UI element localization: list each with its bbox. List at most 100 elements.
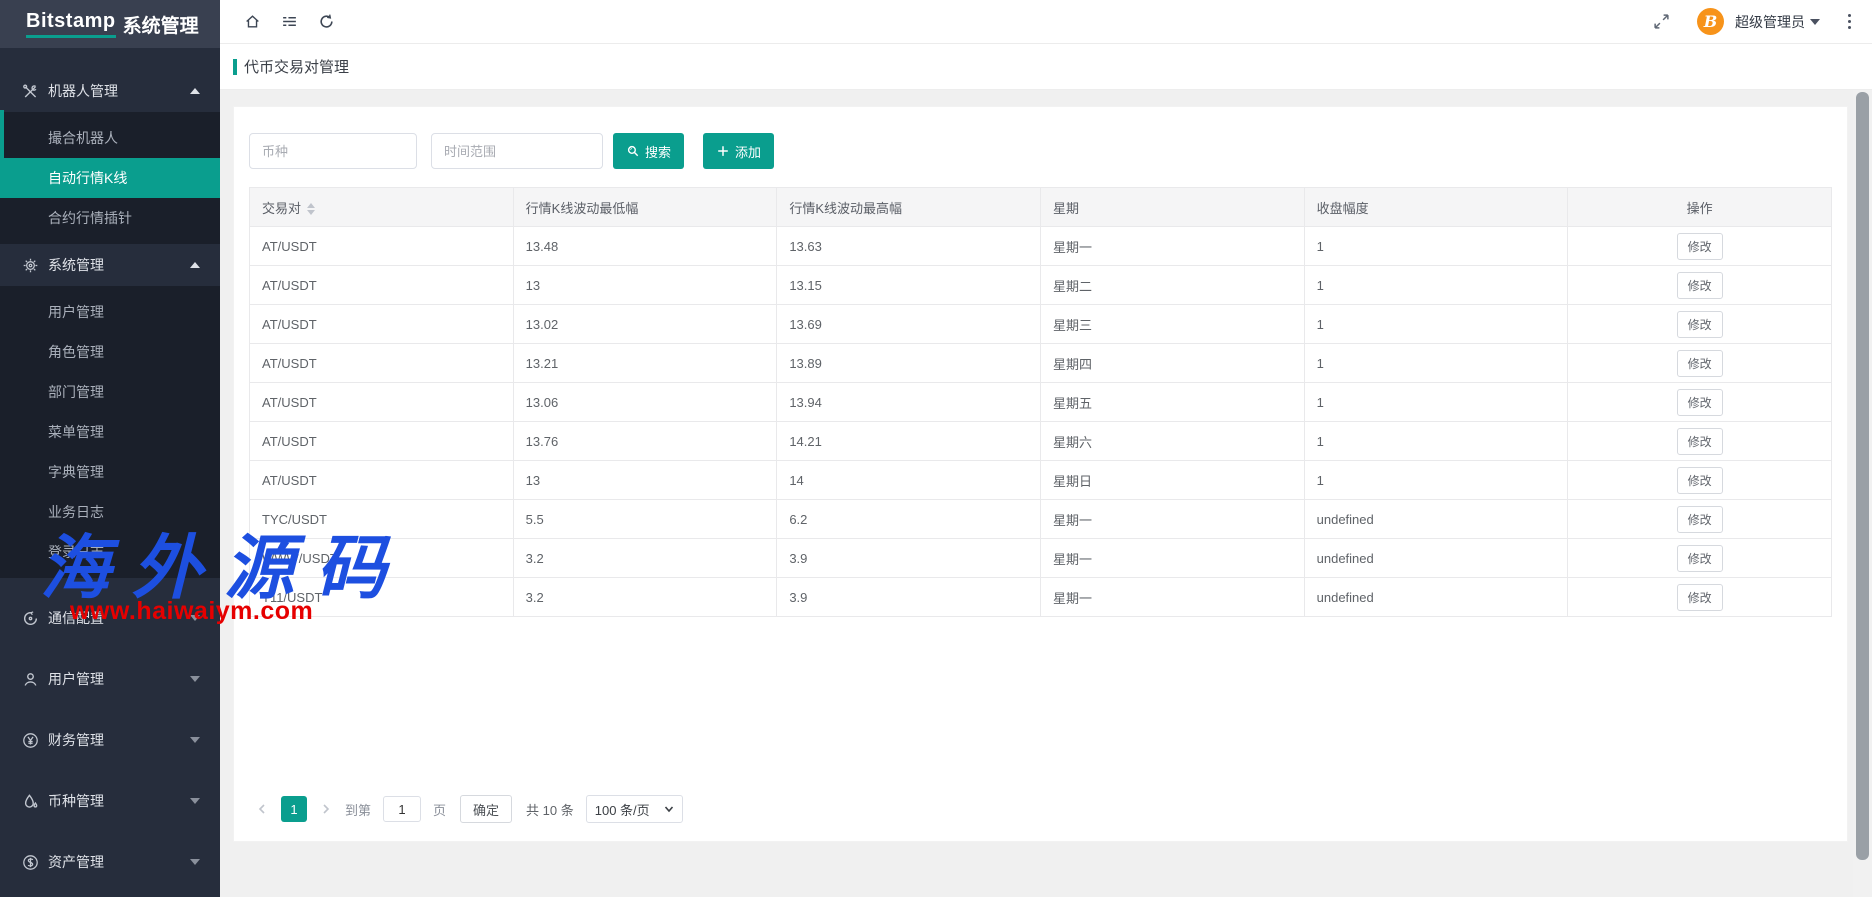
chevron-down-icon (190, 615, 200, 621)
table-row: WWW/USDT3.23.9星期一undefined修改 (250, 539, 1832, 578)
edit-button[interactable]: 修改 (1677, 233, 1723, 260)
column-header-5: 操作 (1568, 188, 1832, 227)
table-cell: 星期一 (1040, 227, 1304, 266)
sidebar-item-active[interactable]: 自动行情K线 (0, 158, 220, 198)
column-header-0[interactable]: 交易对 (250, 188, 514, 227)
table-cell: AT/USDT (250, 266, 514, 305)
dollar-icon (22, 854, 39, 871)
edit-button[interactable]: 修改 (1677, 467, 1723, 494)
wrench-icon (22, 83, 39, 100)
coin-input[interactable] (249, 133, 417, 169)
page-1-button[interactable]: 1 (281, 796, 307, 822)
page-scrollbar-thumb[interactable] (1856, 92, 1869, 860)
table-action-cell: 修改 (1568, 422, 1832, 461)
chevron-right-icon (320, 803, 332, 815)
more-options-icon[interactable] (1840, 13, 1858, 31)
confirm-button[interactable]: 确定 (460, 795, 512, 823)
table-row: TYC/USDT5.56.2星期一undefined修改 (250, 500, 1832, 539)
goto-page-input[interactable] (383, 796, 421, 822)
edit-button[interactable]: 修改 (1677, 428, 1723, 455)
table-cell: AT/USDT (250, 305, 514, 344)
sidebar-item[interactable]: 撮合机器人 (0, 118, 220, 158)
sidebar-group-label: 财务管理 (48, 730, 190, 750)
edit-button[interactable]: 修改 (1677, 272, 1723, 299)
table-cell: 1 (1304, 461, 1568, 500)
sidebar-group-1[interactable]: 系统管理 (0, 244, 220, 286)
page-scrollbar (1853, 90, 1872, 897)
total-count-label: 共 10 条 (526, 800, 574, 819)
pagination: 1 到第 页 确定 共 10 条 100 条/页 (249, 795, 683, 823)
brand-name: Bitstamp (26, 10, 116, 38)
time-range-input[interactable] (431, 133, 603, 169)
goto-suffix-label: 页 (433, 800, 446, 819)
table-cell: undefined (1304, 500, 1568, 539)
sidebar-group-5[interactable]: 币种管理 (0, 780, 220, 822)
yen-icon (22, 732, 39, 749)
sidebar-item[interactable]: 部门管理 (0, 372, 220, 412)
sidebar-scrollbar-thumb[interactable] (0, 110, 4, 158)
sidebar-group-2[interactable]: 通信配置 (0, 597, 220, 639)
sidebar-group-3[interactable]: 用户管理 (0, 658, 220, 700)
edit-button[interactable]: 修改 (1677, 545, 1723, 572)
table-cell: 星期一 (1040, 539, 1304, 578)
sidebar-item[interactable]: 登录日志 (0, 532, 220, 572)
sidebar-group-0[interactable]: 机器人管理 (0, 70, 220, 112)
table-action-cell: 修改 (1568, 383, 1832, 422)
sidebar: Bitstamp 系统管理 机器人管理撮合机器人自动行情K线合约行情插针系统管理… (0, 0, 220, 897)
sidebar-item[interactable]: 用户管理 (0, 292, 220, 332)
home-icon[interactable] (242, 12, 262, 32)
titlebar: 代币交易对管理 (220, 44, 1872, 90)
sidebar-item[interactable]: 业务日志 (0, 492, 220, 532)
table-row: AT/USDT13.0213.69星期三1修改 (250, 305, 1832, 344)
sidebar-item[interactable]: 字典管理 (0, 452, 220, 492)
edit-button[interactable]: 修改 (1677, 389, 1723, 416)
table-cell: 13.94 (777, 383, 1041, 422)
table-cell: 13.15 (777, 266, 1041, 305)
avatar: B (1697, 8, 1724, 35)
gear-icon (22, 257, 39, 274)
fullscreen-icon[interactable] (1651, 12, 1671, 32)
sidebar-item[interactable]: 菜单管理 (0, 412, 220, 452)
table-cell: 13.63 (777, 227, 1041, 266)
plus-icon (716, 144, 730, 158)
edit-button[interactable]: 修改 (1677, 350, 1723, 377)
prev-page-button[interactable] (249, 796, 275, 822)
chevron-up-icon (190, 262, 200, 268)
column-header-3: 星期 (1040, 188, 1304, 227)
table-cell: 3.2 (513, 578, 777, 617)
table-row: AT/USDT1314星期日1修改 (250, 461, 1832, 500)
chevron-down-icon (190, 798, 200, 804)
table-cell: 星期六 (1040, 422, 1304, 461)
add-button[interactable]: 添加 (703, 133, 774, 169)
brand-suffix: 系统管理 (123, 11, 199, 38)
next-page-button[interactable] (313, 796, 339, 822)
table-cell: 13 (513, 461, 777, 500)
sidebar-group-6[interactable]: 资产管理 (0, 841, 220, 883)
sidebar-group-label: 资产管理 (48, 852, 190, 872)
sidebar-submenu: 用户管理角色管理部门管理菜单管理字典管理业务日志登录日志 (0, 286, 220, 578)
sort-icon[interactable] (307, 203, 315, 215)
table-cell: 1 (1304, 227, 1568, 266)
sidebar-item[interactable]: 角色管理 (0, 332, 220, 372)
sidebar-group-4[interactable]: 财务管理 (0, 719, 220, 761)
table-action-cell: 修改 (1568, 344, 1832, 383)
page-size-select[interactable]: 100 条/页 (586, 795, 683, 823)
refresh-icon[interactable] (316, 12, 336, 32)
table-cell: 3.2 (513, 539, 777, 578)
search-button[interactable]: 搜索 (613, 133, 684, 169)
table-cell: 5.5 (513, 500, 777, 539)
sidebar-item[interactable]: 合约行情插针 (0, 198, 220, 238)
user-menu[interactable]: 超级管理员 (1735, 12, 1820, 32)
edit-button[interactable]: 修改 (1677, 506, 1723, 533)
chevron-down-icon (664, 804, 674, 814)
app-root: Bitstamp 系统管理 机器人管理撮合机器人自动行情K线合约行情插针系统管理… (0, 0, 1872, 897)
table-cell: 13.06 (513, 383, 777, 422)
edit-button[interactable]: 修改 (1677, 311, 1723, 338)
table-cell: 1 (1304, 383, 1568, 422)
table-cell: 1 (1304, 344, 1568, 383)
collapse-menu-icon[interactable] (279, 12, 299, 32)
drop-icon (22, 793, 39, 810)
edit-button[interactable]: 修改 (1677, 584, 1723, 611)
content-card: 搜索 添加 交易对行情K线波动最低幅行情K线波动最高幅星期收盘幅度操作 AT/U… (233, 106, 1848, 842)
table-row: AT/USDT13.7614.21星期六1修改 (250, 422, 1832, 461)
